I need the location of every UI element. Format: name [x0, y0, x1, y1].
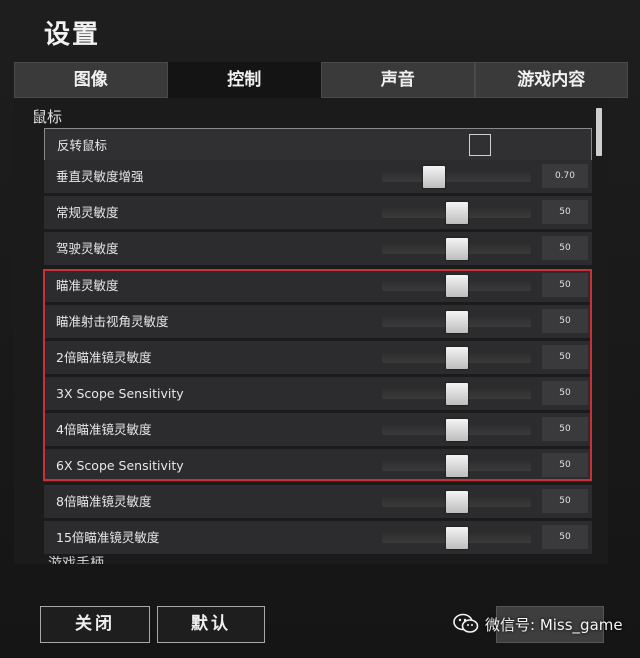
watermark: 微信号: Miss_game [453, 613, 623, 635]
slider-track[interactable] [382, 347, 531, 369]
value-box[interactable]: 50 [542, 417, 588, 441]
value-box[interactable]: 50 [542, 453, 588, 477]
setting-row[interactable]: 反转鼠标 [44, 128, 592, 161]
setting-label: 驾驶灵敏度 [56, 241, 119, 256]
value-box[interactable]: 50 [542, 236, 588, 260]
value-box[interactable]: 50 [542, 525, 588, 549]
setting-label: 4倍瞄准镜灵敏度 [56, 422, 152, 437]
setting-label: 瞄准灵敏度 [56, 278, 119, 293]
slider-thumb[interactable] [445, 419, 468, 441]
value-box[interactable]: 50 [542, 381, 588, 405]
slider-track[interactable] [382, 527, 531, 549]
invert-mouse-checkbox[interactable] [469, 134, 491, 156]
value-box[interactable]: 50 [542, 273, 588, 297]
settings-screen: 设置 图像 控制 声音 游戏内容 鼠标 反转鼠标垂直灵敏度增强 0.70 常规灵敏度… [0, 0, 640, 658]
default-button[interactable]: 默认 [157, 606, 265, 643]
setting-label: 反转鼠标 [57, 138, 108, 153]
tab-audio[interactable]: 声音 [321, 62, 475, 98]
setting-row[interactable]: 瞄准灵敏度 50 [44, 269, 592, 302]
slider-track[interactable] [382, 238, 531, 260]
slider-track[interactable] [382, 275, 531, 297]
watermark-text: 微信号: Miss_game [485, 615, 623, 634]
setting-row[interactable]: 瞄准射击视角灵敏度 50 [44, 305, 592, 338]
setting-row[interactable]: 8倍瞄准镜灵敏度 50 [44, 485, 592, 518]
tab-gameplay[interactable]: 游戏内容 [474, 62, 628, 98]
setting-row[interactable]: 常规灵敏度 50 [44, 196, 592, 229]
slider-track[interactable] [382, 455, 531, 477]
tab-controls[interactable]: 控制 [167, 62, 321, 98]
wechat-icon [453, 613, 479, 633]
setting-row[interactable]: 2倍瞄准镜灵敏度 50 [44, 341, 592, 374]
section-title-gamepad: 游戏手柄 [48, 556, 104, 564]
setting-row[interactable]: 6X Scope Sensitivity 50 [44, 449, 592, 482]
setting-label: 15倍瞄准镜灵敏度 [56, 530, 160, 545]
setting-label: 垂直灵敏度增强 [56, 169, 144, 184]
setting-label: 6X Scope Sensitivity [56, 458, 184, 473]
value-box[interactable]: 0.70 [542, 164, 588, 188]
value-box[interactable]: 50 [542, 345, 588, 369]
slider-track[interactable] [382, 383, 531, 405]
slider-track[interactable] [382, 491, 531, 513]
close-button[interactable]: 关闭 [40, 606, 150, 643]
slider-thumb[interactable] [445, 311, 468, 333]
slider-thumb[interactable] [423, 166, 446, 188]
tab-graphics[interactable]: 图像 [14, 62, 168, 98]
setting-row[interactable]: 垂直灵敏度增强 0.70 [44, 160, 592, 193]
page-title: 设置 [44, 20, 101, 50]
slider-track[interactable] [382, 311, 531, 333]
setting-row[interactable]: 4倍瞄准镜灵敏度 50 [44, 413, 592, 446]
setting-label: 3X Scope Sensitivity [56, 386, 184, 401]
setting-row[interactable]: 驾驶灵敏度 50 [44, 232, 592, 265]
setting-label: 瞄准射击视角灵敏度 [56, 314, 169, 329]
slider-track[interactable] [382, 419, 531, 441]
setting-label: 8倍瞄准镜灵敏度 [56, 494, 152, 509]
slider-thumb[interactable] [445, 383, 468, 405]
setting-label: 常规灵敏度 [56, 205, 119, 220]
slider-thumb[interactable] [445, 238, 468, 260]
slider-thumb[interactable] [445, 275, 468, 297]
value-box[interactable]: 50 [542, 200, 588, 224]
setting-row[interactable]: 3X Scope Sensitivity 50 [44, 377, 592, 410]
setting-label: 2倍瞄准镜灵敏度 [56, 350, 152, 365]
slider-thumb[interactable] [445, 491, 468, 513]
setting-row[interactable]: 15倍瞄准镜灵敏度 50 [44, 521, 592, 554]
value-box[interactable]: 50 [542, 309, 588, 333]
slider-thumb[interactable] [445, 455, 468, 477]
settings-tabs: 图像 控制 声音 游戏内容 [14, 62, 628, 98]
slider-thumb[interactable] [445, 347, 468, 369]
value-box[interactable]: 50 [542, 489, 588, 513]
section-title-mouse: 鼠标 [32, 108, 63, 126]
slider-thumb[interactable] [445, 202, 468, 224]
slider-track[interactable] [382, 202, 531, 224]
slider-track[interactable] [382, 166, 531, 188]
slider-thumb[interactable] [445, 527, 468, 549]
scrollbar[interactable] [596, 108, 602, 156]
